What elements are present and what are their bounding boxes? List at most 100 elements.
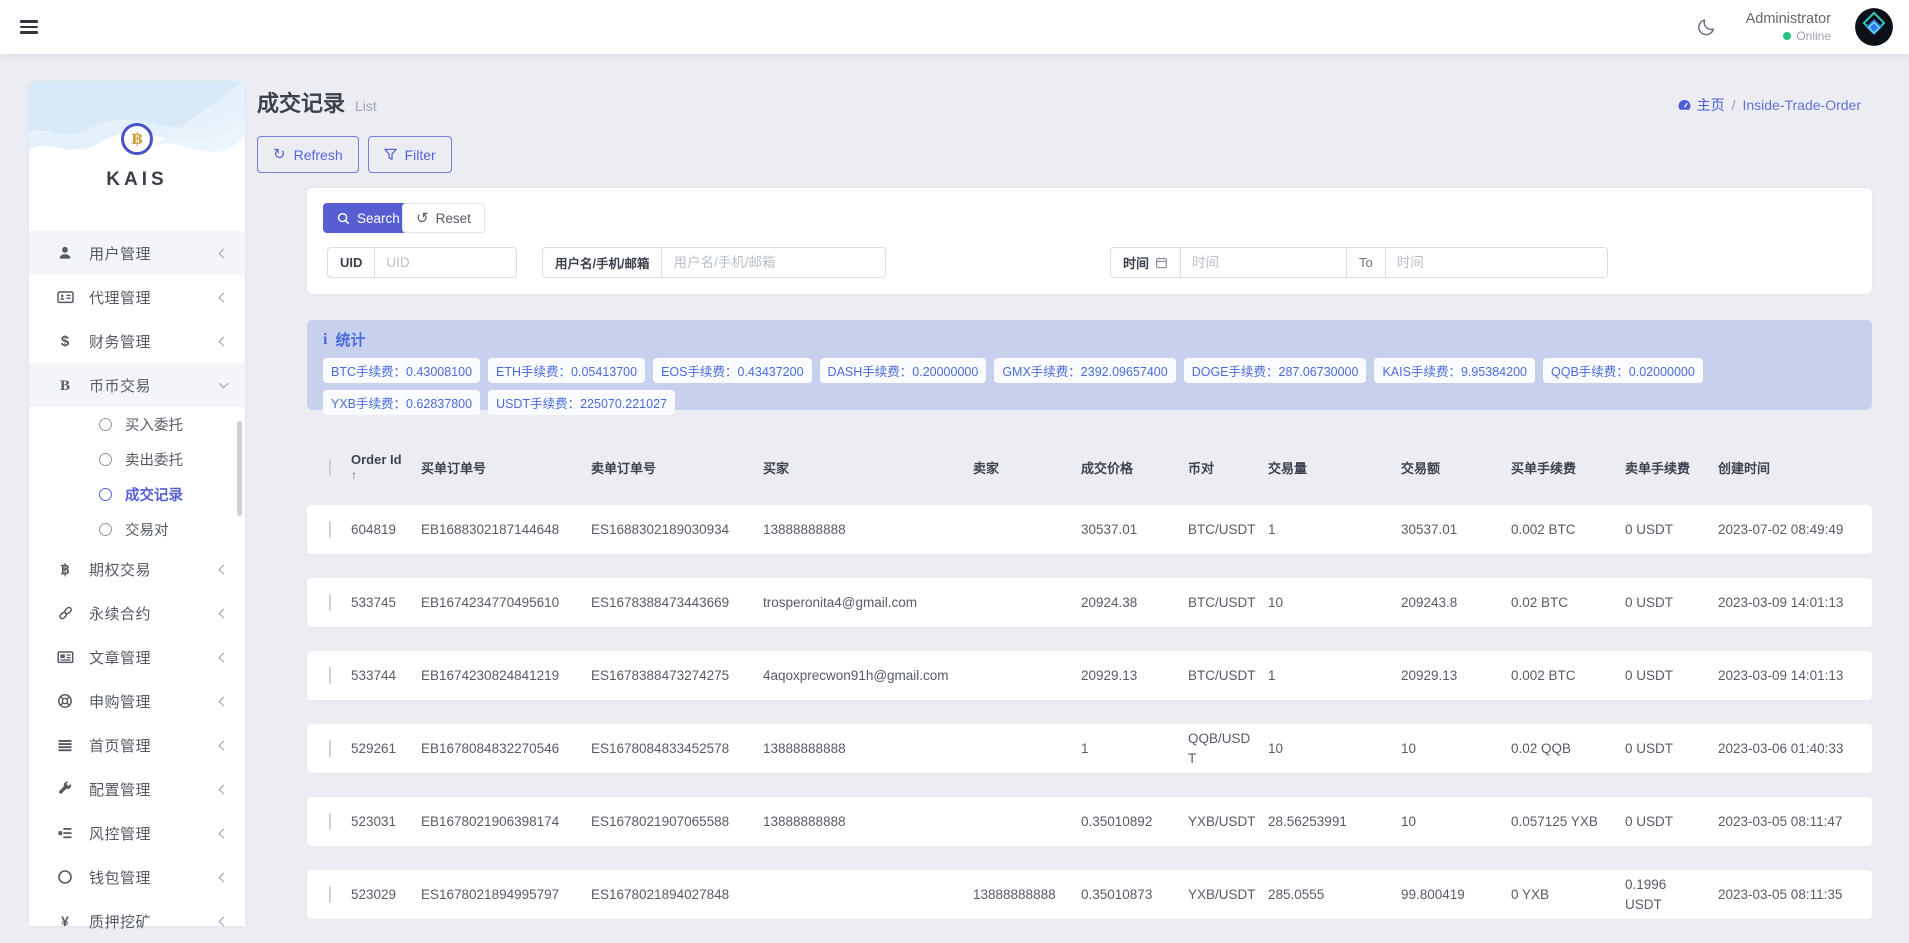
dark-mode-toggle[interactable] <box>1692 12 1722 42</box>
time-end-input[interactable] <box>1386 248 1607 277</box>
sidebar-item-label: 文章管理 <box>89 647 220 668</box>
sidebar-item[interactable]: B币币交易 <box>29 363 245 407</box>
yen-icon: ¥ <box>55 913 75 929</box>
user-block[interactable]: Administrator Online <box>1746 10 1831 43</box>
radio-circle-icon <box>99 488 112 501</box>
baht-icon: ฿ <box>55 561 75 577</box>
row-checkbox[interactable] <box>329 813 331 830</box>
table-cell: ES1678388473274275 <box>591 666 763 686</box>
time-field-group: 时间 To <box>1110 247 1608 278</box>
search-button[interactable]: Search <box>323 203 414 233</box>
sidebar-subitem[interactable]: 交易对 <box>29 512 245 547</box>
table-header: Order Id ↑ 买单订单号 卖单订单号 买家 卖家 成交价格 币对 交易量… <box>307 447 1872 487</box>
table-cell: 1 <box>1081 739 1188 759</box>
table-cell: 0.057125 YXB <box>1511 812 1625 832</box>
row-checkbox[interactable] <box>329 740 331 757</box>
sidebar-subitem[interactable]: 买入委托 <box>29 407 245 442</box>
stat-badge: QQB手续费：0.02000000 <box>1543 358 1703 383</box>
table-cell: 604819 <box>351 520 421 540</box>
sidebar-subitem-label: 成交记录 <box>125 484 183 505</box>
stat-badge: EOS手续费：0.43437200 <box>653 358 811 383</box>
stat-badge: USDT手续费：225070.221027 <box>488 390 675 415</box>
sidebar-item[interactable]: 首页管理 <box>29 723 245 767</box>
row-checkbox[interactable] <box>329 667 331 684</box>
sidebar-subitem-active[interactable]: 成交记录 <box>29 477 245 512</box>
stat-badge: KAIS手续费：9.95384200 <box>1374 358 1535 383</box>
online-status-label: Online <box>1796 29 1831 44</box>
sidebar: ฿ KAIS 用户管理代理管理 $财务管理B币币交易买入委托卖出委托成交记录交易对… <box>29 81 245 926</box>
sidebar-item[interactable]: 文章管理 <box>29 635 245 679</box>
column-header: 买单手续费 <box>1511 458 1625 477</box>
row-checkbox[interactable] <box>329 594 331 611</box>
table-cell: 13888888888 <box>763 739 973 759</box>
sidebar-item[interactable]: ¥质押挖矿 <box>29 899 245 943</box>
table-cell: EB1678021906398174 <box>421 812 591 832</box>
sidebar-subitem-label: 交易对 <box>125 519 169 540</box>
sidebar-item[interactable]: 代理管理 <box>29 275 245 319</box>
time-to-label: To <box>1346 248 1386 277</box>
sidebar-subitem[interactable]: 卖出委托 <box>29 442 245 477</box>
sidebar-item-label: 代理管理 <box>89 287 220 308</box>
table-cell: 2023-03-09 14:01:13 <box>1718 593 1872 613</box>
stat-badge: YXB手续费：0.62837800 <box>323 390 480 415</box>
life-ring-icon <box>55 693 75 709</box>
sidebar-item[interactable]: ฿ 期权交易 <box>29 547 245 591</box>
table-cell: 0 USDT <box>1625 593 1718 613</box>
sort-ascending-icon[interactable]: ↑ <box>351 468 411 483</box>
reset-icon: ↺ <box>416 209 429 227</box>
table-row: 604819EB1688302187144648ES16883021890309… <box>307 505 1872 554</box>
sidebar-scrollbar-thumb[interactable] <box>237 421 242 516</box>
table-cell: 0 USDT <box>1625 520 1718 540</box>
select-all-checkbox[interactable] <box>329 459 331 476</box>
svg-text:B: B <box>60 378 70 393</box>
brand-name: KAIS <box>29 169 245 191</box>
sidebar-item[interactable]: 钱包管理 <box>29 855 245 899</box>
sidebar-item[interactable]: 用户管理 <box>29 231 245 275</box>
breadcrumb-current[interactable]: Inside-Trade-Order <box>1742 97 1861 113</box>
sidebar-item-label: 永续合约 <box>89 603 220 624</box>
sidebar-item[interactable]: $财务管理 <box>29 319 245 363</box>
hamburger-menu-icon[interactable] <box>20 14 46 40</box>
table-body: 604819EB1688302187144648ES16883021890309… <box>307 505 1872 943</box>
table-cell: YXB/USDT <box>1188 812 1268 832</box>
uid-field-group: UID <box>327 247 517 278</box>
table-cell: 0.002 BTC <box>1511 666 1625 686</box>
calendar-icon <box>1155 256 1168 269</box>
username-input[interactable] <box>662 248 885 277</box>
sidebar-subitem-label: 买入委托 <box>125 414 183 435</box>
stats-badges: BTC手续费：0.43008100ETH手续费：0.05413700EOS手续费… <box>323 358 1856 415</box>
column-header-order-id[interactable]: Order Id ↑ <box>351 452 421 483</box>
sidebar-item[interactable]: 永续合约 <box>29 591 245 635</box>
sidebar-item[interactable]: 配置管理 <box>29 767 245 811</box>
search-icon <box>337 212 350 225</box>
stat-badge: BTC手续费：0.43008100 <box>323 358 480 383</box>
table-cell: ES1678021894027848 <box>591 885 763 905</box>
sidebar-item[interactable]: 风控管理 <box>29 811 245 855</box>
reset-button[interactable]: ↺ Reset <box>402 203 485 233</box>
table-cell: YXB/USDT <box>1188 885 1268 905</box>
uid-input[interactable] <box>375 248 516 277</box>
table-cell: EB1678084832270546 <box>421 739 591 759</box>
time-start-input[interactable] <box>1181 248 1346 277</box>
refresh-button[interactable]: ↻ Refresh <box>257 136 359 173</box>
sidebar-item[interactable]: 申购管理 <box>29 679 245 723</box>
column-header: 成交价格 <box>1081 458 1188 477</box>
topbar: Administrator Online <box>0 0 1909 54</box>
avatar[interactable] <box>1855 8 1893 46</box>
table-cell: 523029 <box>351 885 421 905</box>
list-alt-icon <box>55 825 75 841</box>
table-cell: EB1688302187144648 <box>421 520 591 540</box>
column-header: 买单订单号 <box>421 458 591 477</box>
filter-button[interactable]: Filter <box>368 136 452 173</box>
breadcrumb-home[interactable]: 主页 <box>1677 95 1725 115</box>
table-cell: 523031 <box>351 812 421 832</box>
wrench-icon <box>55 781 75 797</box>
table-cell: 20924.38 <box>1081 593 1188 613</box>
sidebar-item-label: 期权交易 <box>89 559 220 580</box>
table-cell: 0 USDT <box>1625 812 1718 832</box>
chevron-left-icon <box>219 784 229 794</box>
table-cell: 0.1996 USDT <box>1625 875 1718 914</box>
row-checkbox[interactable] <box>329 521 331 538</box>
row-checkbox[interactable] <box>329 886 331 903</box>
table-cell: 533745 <box>351 593 421 613</box>
